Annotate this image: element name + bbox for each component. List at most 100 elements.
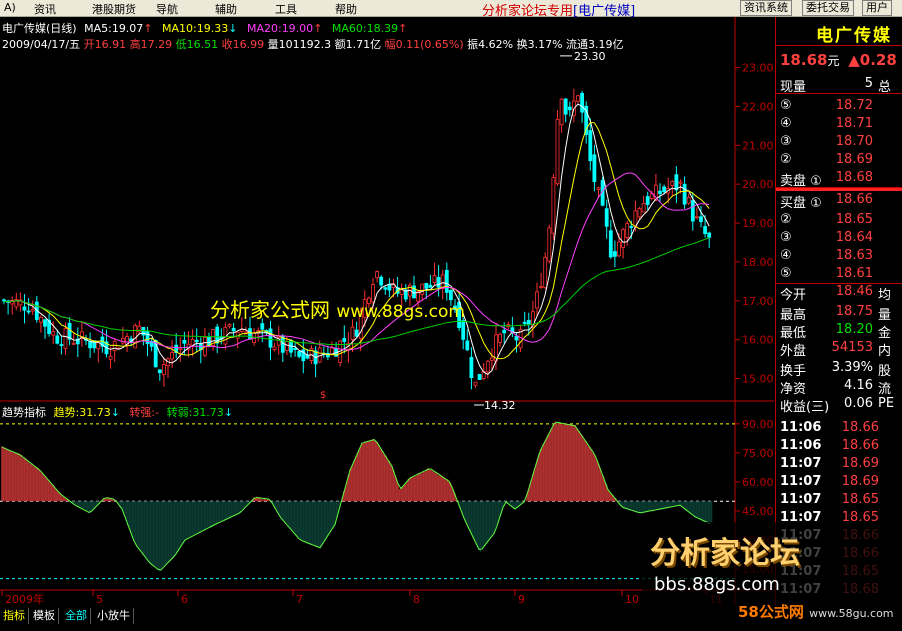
candle-body — [608, 230, 613, 258]
low-annotation: 14.32 — [484, 399, 516, 412]
candle-body — [420, 283, 425, 295]
quote-row-label: 买盘 ① — [780, 196, 822, 211]
quote-row: ④ 18.63 — [776, 247, 902, 265]
candle-body — [96, 342, 101, 350]
candle-body — [674, 174, 679, 191]
quote-row-value: 3.39% — [831, 360, 873, 375]
candle-body — [55, 335, 60, 344]
quote-row-value: 0.06 — [844, 396, 873, 411]
tick-row: 11:06 18.66 — [776, 437, 902, 455]
candle-body — [678, 181, 683, 184]
candle-body — [613, 251, 617, 257]
candle-body — [293, 348, 298, 351]
quote-row-value: 18.61 — [835, 266, 873, 281]
quote-row-extra: 均 — [878, 288, 892, 303]
time-tick-label: 5 — [96, 593, 103, 606]
quote-row-label: ⑤ — [780, 266, 792, 281]
quote-row: ② 18.65 — [776, 211, 902, 229]
tick-time: 11:06 — [780, 438, 822, 453]
indicator-tick-label: 90.00 — [742, 418, 774, 431]
quote-row: ③ 18.64 — [776, 229, 902, 247]
tab-indicator[interactable]: 指标 — [0, 608, 29, 624]
candle-body — [498, 333, 503, 343]
candle-body — [576, 95, 580, 102]
candle-body — [658, 190, 662, 194]
high-annotation: 23.30 — [574, 50, 606, 63]
candle-body — [686, 197, 691, 204]
tick-price: 18.69 — [841, 474, 879, 489]
quote-price-line: 18.68元 ▲0.28 — [780, 51, 897, 69]
time-tick-label: 7 — [296, 593, 303, 606]
quote-row: ④ 18.71 — [776, 115, 902, 133]
candle-body — [547, 227, 552, 262]
tab-all[interactable]: 全部 — [62, 608, 91, 624]
price-tick-label: 22.00 — [742, 100, 774, 113]
quote-row-value: 4.16 — [844, 378, 873, 393]
quote-row: ⑤ 18.72 — [776, 97, 902, 115]
candle-body — [161, 364, 166, 375]
candle-body — [596, 187, 601, 190]
quote-row-label: ⑤ — [780, 98, 792, 113]
candle-body — [112, 340, 117, 351]
price-tick-label: 17.00 — [742, 295, 774, 308]
candle-body — [157, 369, 162, 374]
tab-xiaofangniu[interactable]: 小放牛 — [94, 608, 134, 624]
candle-body — [432, 275, 437, 284]
candle-body — [194, 339, 199, 343]
candle-body — [284, 341, 289, 352]
candle-body — [350, 326, 355, 341]
candle-body — [227, 324, 232, 327]
tick-time: 11:06 — [780, 420, 822, 435]
tick-row: 11:07 18.65 — [776, 491, 902, 509]
quote-row-label: 外盘 — [780, 344, 807, 359]
candle-body — [522, 321, 527, 324]
candle-body — [30, 309, 35, 312]
quote-row-value: 18.69 — [835, 152, 873, 167]
time-tick-label: 6 — [181, 593, 188, 606]
candle-body — [625, 223, 630, 238]
candle-body — [567, 106, 572, 111]
tick-price: 18.66 — [841, 438, 879, 453]
user-button[interactable]: 用户 — [862, 0, 892, 16]
quote-row-label: 今开 — [780, 288, 807, 303]
candle-body — [43, 319, 47, 327]
price-tick-label: 18.00 — [742, 256, 774, 269]
price-tick-label: 16.00 — [742, 334, 774, 347]
candle-body — [485, 360, 490, 373]
quote-stock-title: 电广传媒 — [816, 26, 892, 46]
candle-body — [551, 177, 556, 234]
candle-body — [690, 200, 695, 222]
quote-row: ⑤ 18.61 — [776, 265, 902, 283]
tick-time: 11:07 — [780, 492, 822, 507]
quote-row-value: 18.46 — [835, 284, 873, 299]
candle-body — [71, 342, 76, 345]
candle-body — [563, 98, 568, 115]
dividend-marker: $ — [320, 390, 326, 401]
candle-body — [539, 286, 543, 288]
candle-body — [170, 352, 175, 360]
candle-body — [469, 356, 474, 378]
trade-button[interactable]: 委托交易 — [802, 0, 854, 16]
candle-body — [707, 232, 712, 238]
tick-row: 11:07 18.69 — [776, 473, 902, 491]
time-tick-label: 9 — [518, 593, 525, 606]
tab-template[interactable]: 模板 — [30, 608, 59, 624]
indicator-tick-label: 45.00 — [742, 505, 774, 518]
tick-price: 18.65 — [841, 492, 879, 507]
candle-body — [379, 276, 384, 286]
candle-body — [535, 291, 539, 309]
candle-body — [26, 310, 31, 313]
quote-row: 现量 5 总 — [776, 75, 902, 95]
candle-body — [526, 319, 531, 325]
candle-body — [375, 271, 380, 279]
candle-body — [489, 357, 494, 361]
quote-row-value: 18.68 — [835, 170, 873, 185]
quote-row: 净资 4.16 流 — [776, 377, 902, 397]
watermark-88gs: 分析家公式网 www.88gs.com — [210, 298, 465, 322]
price-tick-label: 19.00 — [742, 217, 774, 230]
tick-time: 11:07 — [780, 474, 822, 489]
quote-row-value: 18.66 — [835, 192, 873, 207]
candle-body — [580, 92, 584, 113]
watermark-bbs: 分析家论坛 bbs.88gs.com — [642, 522, 884, 612]
quote-row-value: 18.63 — [835, 248, 873, 263]
